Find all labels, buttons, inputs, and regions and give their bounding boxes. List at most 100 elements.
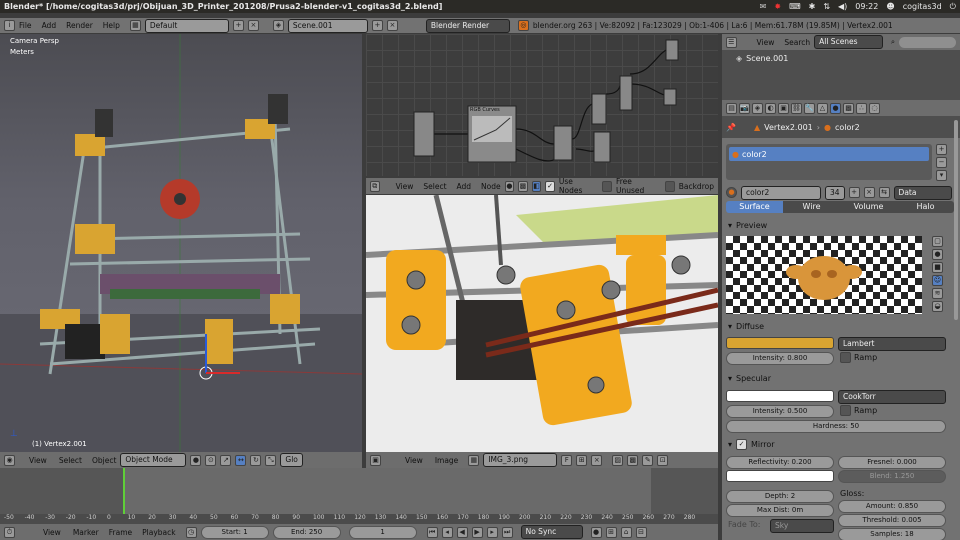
menu-frame[interactable]: Frame bbox=[109, 528, 132, 537]
new-image-icon[interactable]: ⊞ bbox=[576, 454, 588, 466]
scopes-icon[interactable]: ⊡ bbox=[657, 454, 669, 466]
pin-icon[interactable]: 📌 bbox=[726, 123, 736, 132]
hardness-field[interactable]: Hardness: 50 bbox=[726, 420, 946, 433]
wifi-icon[interactable]: ⇅ bbox=[823, 2, 830, 11]
sync-select[interactable]: No Sync bbox=[520, 525, 583, 539]
material-browse-icon[interactable]: ● bbox=[726, 187, 737, 198]
material-slot-list[interactable]: ● color2 bbox=[726, 144, 932, 180]
keyboard-icon[interactable]: ⌨ bbox=[789, 2, 801, 11]
menu-view[interactable]: View bbox=[757, 38, 775, 47]
specular-intensity-field[interactable]: Intensity: 0.500 bbox=[726, 405, 834, 418]
material-slot-item[interactable]: ● color2 bbox=[729, 147, 929, 161]
mirror-color-swatch[interactable] bbox=[726, 470, 834, 482]
use-nodes-checkbox[interactable]: ✓ bbox=[545, 180, 555, 192]
modifiers-tab-icon[interactable]: 🔧 bbox=[804, 102, 815, 114]
specular-panel-header[interactable]: ▾ Specular bbox=[722, 370, 960, 386]
tab-volume[interactable]: Volume bbox=[840, 201, 897, 213]
outliner-row[interactable]: ◈ Scene.001 bbox=[722, 50, 960, 67]
reflectivity-field[interactable]: Reflectivity: 0.200 bbox=[726, 456, 834, 469]
image-browse-icon[interactable]: ▦ bbox=[468, 454, 480, 466]
translate-icon[interactable]: ↔ bbox=[235, 454, 247, 466]
start-frame-field[interactable]: Start: 1 bbox=[200, 525, 269, 539]
diffuse-ramp-checkbox[interactable] bbox=[840, 352, 851, 363]
physics-tab-icon[interactable]: ◌ bbox=[869, 102, 880, 114]
menu-object[interactable]: Object bbox=[92, 456, 116, 465]
layout-select[interactable]: Default bbox=[144, 18, 229, 33]
scene-remove-icon[interactable]: × bbox=[386, 20, 398, 31]
end-frame-field[interactable]: End: 250 bbox=[272, 525, 341, 539]
slot-menu-icon[interactable]: ▾ bbox=[936, 170, 947, 181]
preview-hair-icon[interactable]: ≋ bbox=[932, 288, 943, 299]
render-tab-icon[interactable]: 📷 bbox=[739, 102, 750, 114]
amount-field[interactable]: Amount: 0.850 bbox=[838, 500, 946, 513]
editor-type-icon[interactable]: ▤ bbox=[726, 102, 737, 114]
display-mode-select[interactable]: All Scenes bbox=[814, 35, 883, 49]
bluetooth-icon[interactable]: ✱ bbox=[809, 2, 816, 11]
menu-file[interactable]: File bbox=[19, 21, 32, 30]
link-icon[interactable]: ⇆ bbox=[878, 187, 890, 198]
object-tab-icon[interactable]: ▣ bbox=[778, 102, 789, 114]
fake-user-button[interactable]: F bbox=[561, 454, 573, 466]
preview-range-icon[interactable]: ◷ bbox=[185, 526, 197, 538]
shader-nodes-icon[interactable]: ● bbox=[504, 180, 515, 192]
properties-scrollbar[interactable] bbox=[954, 120, 958, 320]
layout-icon[interactable]: ▦ bbox=[129, 20, 141, 31]
editor-type-icon[interactable]: i bbox=[4, 20, 15, 31]
delete-key-icon[interactable]: ⊟ bbox=[635, 526, 647, 538]
menu-help[interactable]: Help bbox=[103, 21, 120, 30]
specular-shader-select[interactable]: CookTorr bbox=[838, 390, 946, 404]
current-frame-line[interactable] bbox=[123, 468, 125, 514]
play-reverse-icon[interactable]: ◀ bbox=[456, 526, 468, 538]
next-key-icon[interactable]: ▸ bbox=[486, 526, 498, 538]
mirror-panel-header[interactable]: ▾ ✓ Mirror bbox=[722, 436, 960, 452]
editor-type-icon[interactable]: ▣ bbox=[370, 454, 381, 466]
tab-wire[interactable]: Wire bbox=[783, 201, 840, 213]
scene-add-icon[interactable]: + bbox=[371, 20, 383, 31]
timeline[interactable]: -50 -40 -30 -20 -10 0 10 20 30 40 50 60 70 80 90 100 110… bbox=[0, 468, 718, 524]
menu-view[interactable]: View bbox=[29, 456, 47, 465]
menu-view[interactable]: View bbox=[396, 182, 414, 191]
free-unused-checkbox[interactable] bbox=[602, 180, 612, 192]
power-icon[interactable]: ⏻ bbox=[950, 2, 956, 12]
updates-icon[interactable]: ✸ bbox=[774, 2, 781, 11]
menu-image[interactable]: Image bbox=[435, 456, 459, 465]
image-editor[interactable] bbox=[366, 195, 718, 452]
preview-cube-icon[interactable]: ■ bbox=[932, 262, 943, 273]
tab-halo[interactable]: Halo bbox=[897, 201, 954, 213]
scene-select[interactable]: Scene.001 bbox=[287, 18, 368, 33]
max-dist-field[interactable]: Max Dist: 0m bbox=[726, 504, 834, 517]
menu-view[interactable]: View bbox=[405, 456, 423, 465]
unlink-material-icon[interactable]: × bbox=[863, 187, 875, 198]
unlink-image-icon[interactable]: × bbox=[591, 454, 603, 466]
search-input[interactable] bbox=[899, 36, 956, 48]
fade-to-select[interactable]: Sky bbox=[770, 519, 834, 533]
menu-render[interactable]: Render bbox=[66, 21, 93, 30]
menu-playback[interactable]: Playback bbox=[142, 528, 175, 537]
manipulator-icon[interactable]: ↗ bbox=[220, 454, 232, 466]
preview-sphere-icon[interactable]: ● bbox=[932, 249, 943, 260]
diffuse-intensity-field[interactable]: Intensity: 0.800 bbox=[726, 352, 834, 365]
volume-icon[interactable]: ◀) bbox=[838, 2, 847, 11]
scale-icon[interactable]: ⤡ bbox=[265, 454, 277, 466]
keying-set-icon[interactable]: ⊞ bbox=[605, 526, 617, 538]
menu-add[interactable]: Add bbox=[42, 21, 57, 30]
threshold-field[interactable]: Threshold: 0.005 bbox=[838, 514, 946, 527]
mode-select[interactable]: Object Mode bbox=[120, 453, 187, 467]
preview-panel-header[interactable]: ▾ Preview bbox=[722, 217, 960, 233]
data-tab-icon[interactable]: △ bbox=[817, 102, 828, 114]
jump-start-icon[interactable]: ⏮ bbox=[426, 526, 438, 538]
pivot-icon[interactable]: ⊙ bbox=[205, 454, 217, 466]
editor-type-icon[interactable]: ⏱ bbox=[4, 526, 15, 538]
material-name-field[interactable]: color2 bbox=[741, 185, 821, 200]
add-material-icon[interactable]: + bbox=[848, 187, 860, 198]
render-engine-select[interactable]: Blender Render bbox=[425, 18, 510, 33]
menu-select[interactable]: Select bbox=[423, 182, 446, 191]
remove-slot-icon[interactable]: − bbox=[936, 157, 947, 168]
image-name-field[interactable]: IMG_3.png bbox=[483, 453, 558, 467]
node-editor[interactable]: RGB Curves bbox=[366, 34, 718, 176]
editor-type-icon[interactable]: ◉ bbox=[4, 454, 15, 466]
rotate-icon[interactable]: ↻ bbox=[250, 454, 262, 466]
blend-field[interactable]: Blend: 1.250 bbox=[838, 470, 946, 483]
username[interactable]: cogitas3d bbox=[903, 2, 942, 11]
play-icon[interactable]: ▶ bbox=[471, 526, 483, 538]
